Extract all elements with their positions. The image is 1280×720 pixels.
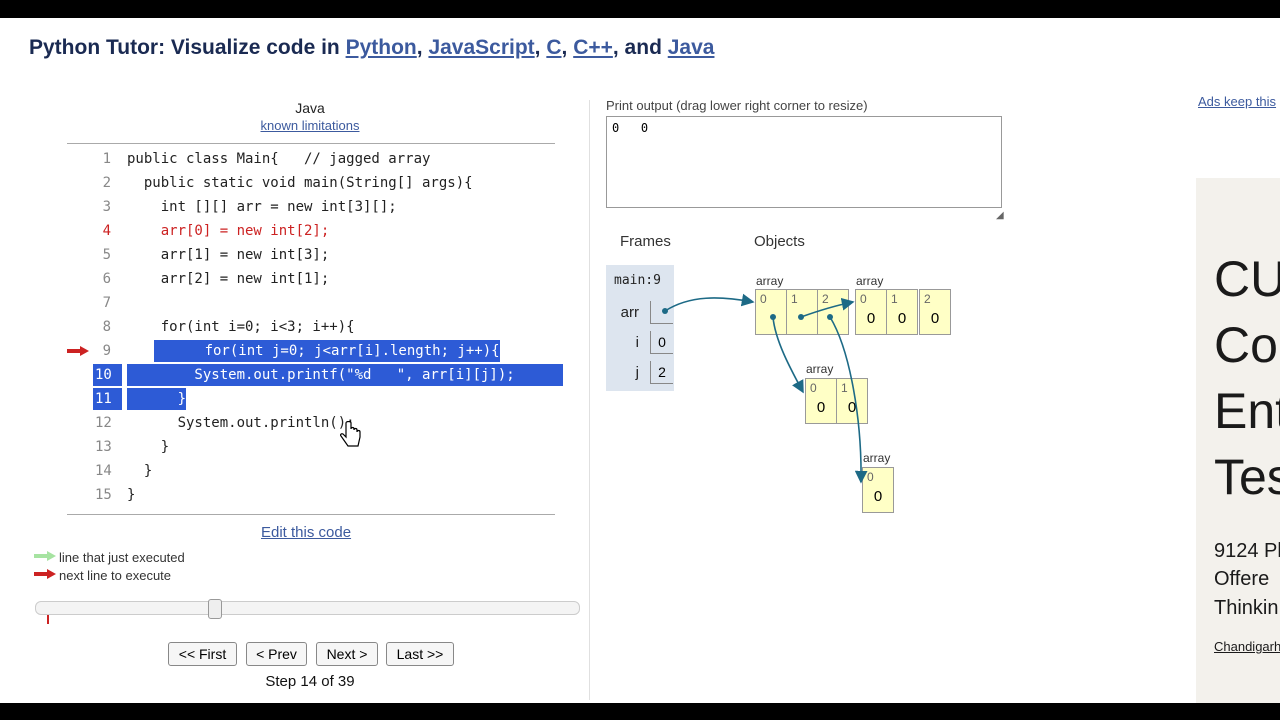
arrow-cell1-to-a <box>800 297 855 318</box>
ad-heading-line: Co <box>1214 317 1278 373</box>
pointer-dot <box>662 308 668 314</box>
ad-location-link[interactable]: Chandigarh <box>1214 639 1280 654</box>
pointer-dot <box>827 314 833 320</box>
ads-keep-link[interactable]: Ads keep this <box>1198 94 1276 109</box>
ad-heading-line: CU <box>1214 251 1280 307</box>
ad-text-line: Offere <box>1214 568 1270 590</box>
ad-text-line: Thinkin <box>1214 597 1279 619</box>
pointer-arrows <box>662 293 868 484</box>
ad-text-line: 9124 Pl <box>1214 540 1280 562</box>
pointer-dot <box>798 314 804 320</box>
arrow-cell2-to-c <box>829 316 868 484</box>
arrow-cell0-to-b <box>772 316 804 394</box>
ad-heading-line: Tes <box>1214 449 1280 505</box>
ad-heading-line: Ent <box>1214 383 1280 439</box>
ad-panel[interactable]: CU Co Ent Tes 9124 Pl Offere Thinkin Cha… <box>1196 178 1280 703</box>
arrow-arr-to-outer <box>664 293 755 312</box>
pointer-dot <box>770 314 776 320</box>
bottom-letterbox <box>0 703 1280 720</box>
